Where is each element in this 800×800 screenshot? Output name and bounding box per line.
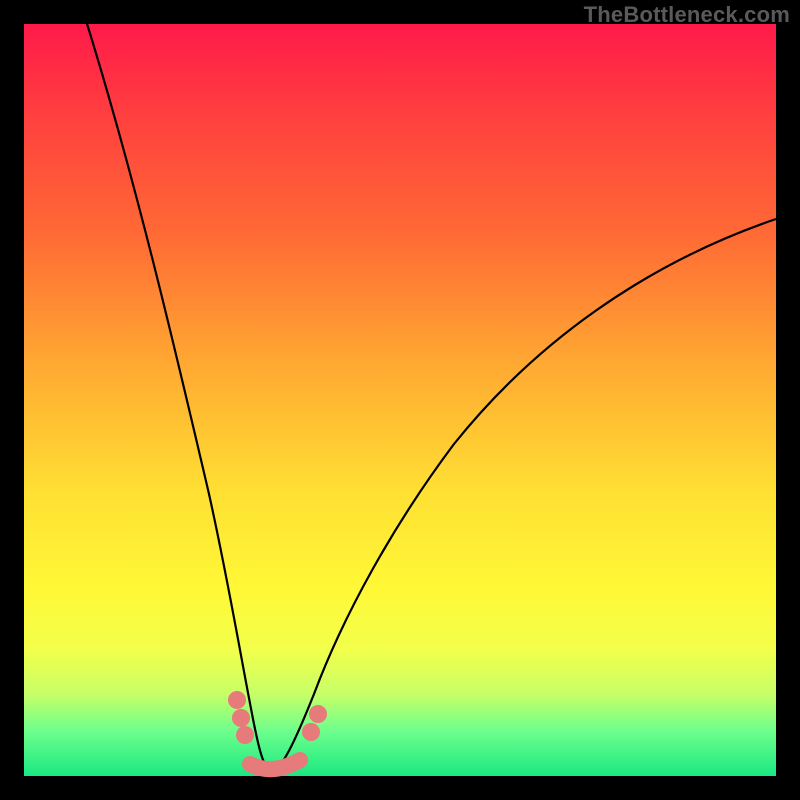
chart-svg: [24, 24, 776, 776]
bead-marker: [236, 726, 254, 744]
chart-plot-area: [24, 24, 776, 776]
curve-left-branch: [84, 14, 272, 772]
curve-right-branch: [272, 219, 776, 772]
watermark-text: TheBottleneck.com: [584, 2, 790, 28]
bead-marker: [228, 691, 246, 709]
bead-valley-bar: [250, 760, 300, 769]
bead-marker: [302, 723, 320, 741]
bead-marker: [232, 709, 250, 727]
bead-marker: [309, 705, 327, 723]
